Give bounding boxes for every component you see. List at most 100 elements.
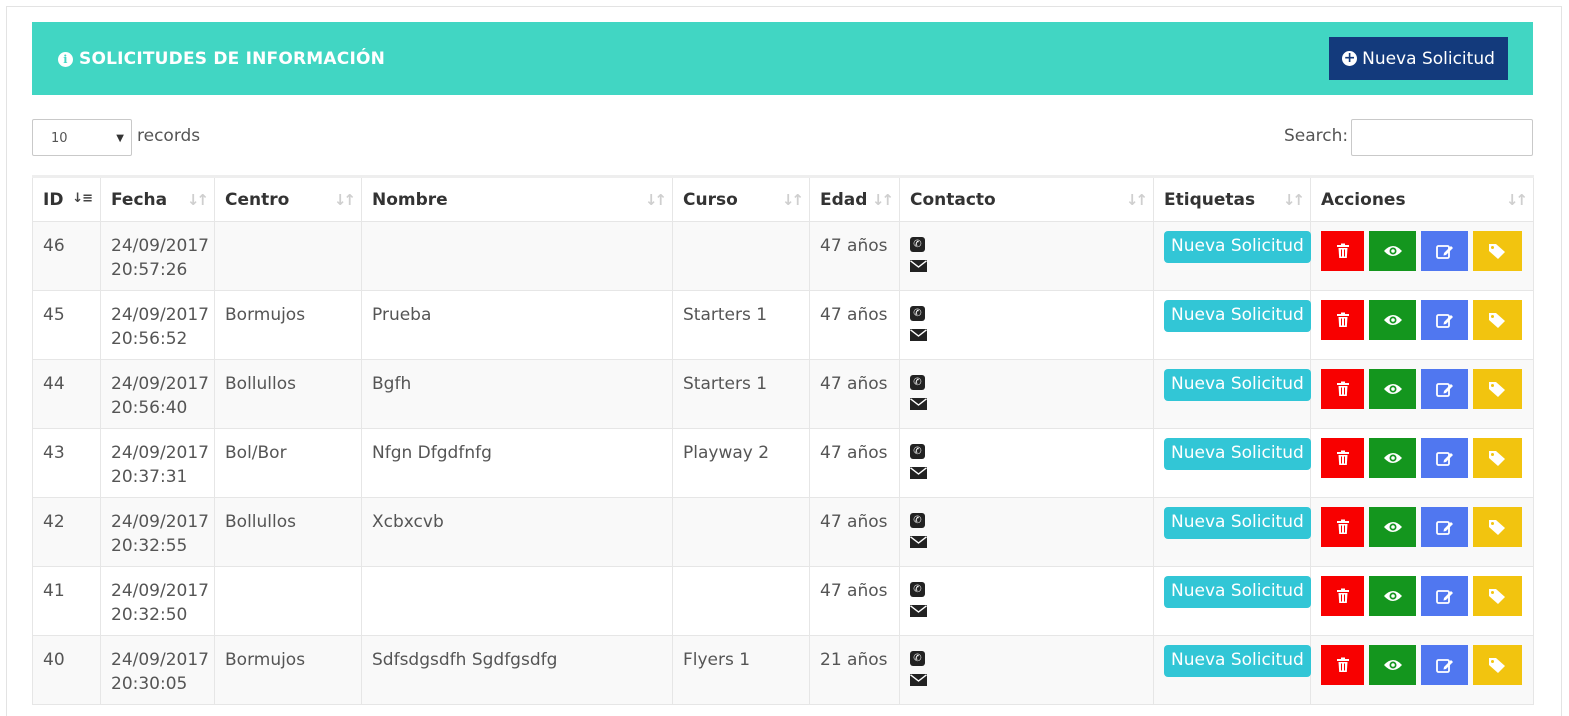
edit-icon — [1435, 381, 1454, 397]
page-header: i SOLICITUDES DE INFORMACIÓN + Nueva Sol… — [32, 22, 1533, 95]
cell-etiquetas: Nueva Solicitud — [1153, 221, 1311, 291]
view-button[interactable] — [1369, 300, 1416, 340]
phone-icon[interactable]: ✆ — [910, 237, 925, 252]
new-request-button[interactable]: + Nueva Solicitud — [1329, 37, 1508, 80]
delete-button[interactable] — [1321, 231, 1364, 271]
column-header-nombre[interactable]: Nombre ↓↑ — [361, 176, 673, 222]
edit-button[interactable] — [1421, 438, 1468, 478]
view-button[interactable] — [1369, 369, 1416, 409]
view-button[interactable] — [1369, 231, 1416, 271]
delete-button[interactable] — [1321, 300, 1364, 340]
cell-fecha: 24/09/2017 20:57:26 — [100, 221, 215, 291]
trash-icon — [1336, 588, 1350, 604]
envelope-icon[interactable] — [910, 260, 927, 272]
column-header-id[interactable]: ID ↓≡ — [32, 176, 101, 222]
new-request-label: Nueva Solicitud — [1362, 48, 1495, 69]
trash-icon — [1336, 243, 1350, 259]
delete-button[interactable] — [1321, 645, 1364, 685]
requests-table: ID ↓≡ Fecha ↓↑ Centro ↓↑ Nombre ↓↑ Curso ↓↑ Edad ↓↑… — [32, 175, 1534, 705]
view-button[interactable] — [1369, 645, 1416, 685]
edit-button[interactable] — [1421, 576, 1468, 616]
phone-icon[interactable]: ✆ — [910, 375, 925, 390]
eye-icon — [1383, 658, 1403, 672]
column-header-etiquetas[interactable]: Etiquetas ↓↑ — [1153, 176, 1311, 222]
sort-icon: ↓↑ — [186, 191, 209, 209]
cell-fecha-time: 20:30:05 — [111, 674, 188, 694]
cell-centro: Bormujos — [214, 290, 362, 360]
view-button[interactable] — [1369, 507, 1416, 547]
tag-button[interactable] — [1473, 438, 1522, 478]
tag-button[interactable] — [1473, 231, 1522, 271]
cell-fecha-date: 24/09/2017 — [111, 512, 209, 532]
column-header-fecha[interactable]: Fecha ↓↑ — [100, 176, 215, 222]
cell-id-text: 46 — [43, 236, 65, 256]
delete-button[interactable] — [1321, 369, 1364, 409]
cell-acciones — [1310, 635, 1534, 705]
cell-edad-text: 21 años — [820, 650, 888, 670]
phone-icon[interactable]: ✆ — [910, 306, 925, 321]
cell-etiquetas: Nueva Solicitud — [1153, 359, 1311, 429]
cell-id-text: 42 — [43, 512, 65, 532]
table-row: 42 24/09/2017 20:32:55 Bollullos Xcbxcvb 47 a… — [32, 497, 1534, 567]
cell-etiquetas: Nueva Solicitud — [1153, 566, 1311, 636]
envelope-icon[interactable] — [910, 536, 927, 548]
status-badge: Nueva Solicitud — [1164, 438, 1311, 470]
cell-etiquetas: Nueva Solicitud — [1153, 635, 1311, 705]
envelope-icon[interactable] — [910, 467, 927, 479]
cell-centro-text: Bollullos — [225, 512, 296, 532]
delete-button[interactable] — [1321, 438, 1364, 478]
edit-button[interactable] — [1421, 369, 1468, 409]
cell-nombre-text: Nfgn Dfgdfnfg — [372, 443, 492, 463]
edit-button[interactable] — [1421, 300, 1468, 340]
phone-icon[interactable]: ✆ — [910, 513, 925, 528]
eye-icon — [1383, 244, 1403, 258]
cell-nombre: Bgfh — [361, 359, 673, 429]
column-header-curso[interactable]: Curso ↓↑ — [672, 176, 810, 222]
cell-id: 41 — [32, 566, 101, 636]
page-length-select[interactable]: 10 ▼ — [32, 119, 132, 156]
phone-icon[interactable]: ✆ — [910, 582, 925, 597]
cell-fecha: 24/09/2017 20:32:50 — [100, 566, 215, 636]
table-row: 40 24/09/2017 20:30:05 Bormujos Sdfsdgsdfh S… — [32, 635, 1534, 705]
edit-icon — [1435, 519, 1454, 535]
cell-fecha: 24/09/2017 20:37:31 — [100, 428, 215, 498]
tag-button[interactable] — [1473, 645, 1522, 685]
cell-curso: Starters 1 — [672, 290, 810, 360]
sort-icon: ↓↑ — [1282, 191, 1305, 209]
cell-nombre — [361, 221, 673, 291]
envelope-icon[interactable] — [910, 674, 927, 686]
envelope-icon[interactable] — [910, 329, 927, 341]
view-button[interactable] — [1369, 438, 1416, 478]
edit-button[interactable] — [1421, 507, 1468, 547]
phone-icon[interactable]: ✆ — [910, 651, 925, 666]
column-header-acciones[interactable]: Acciones ↓↑ — [1310, 176, 1534, 222]
trash-icon — [1336, 450, 1350, 466]
cell-centro: Bollullos — [214, 497, 362, 567]
cell-centro-text: Bollullos — [225, 374, 296, 394]
envelope-icon[interactable] — [910, 398, 927, 410]
cell-edad: 47 años — [809, 221, 900, 291]
phone-icon[interactable]: ✆ — [910, 444, 925, 459]
delete-button[interactable] — [1321, 507, 1364, 547]
cell-centro: Bormujos — [214, 635, 362, 705]
tag-button[interactable] — [1473, 507, 1522, 547]
tag-button[interactable] — [1473, 369, 1522, 409]
tag-button[interactable] — [1473, 576, 1522, 616]
cell-fecha-time: 20:32:50 — [111, 605, 188, 625]
cell-acciones — [1310, 497, 1534, 567]
view-button[interactable] — [1369, 576, 1416, 616]
table-row: 45 24/09/2017 20:56:52 Bormujos Prueba Starte… — [32, 290, 1534, 360]
envelope-icon[interactable] — [910, 605, 927, 617]
tag-button[interactable] — [1473, 300, 1522, 340]
search-input[interactable] — [1351, 119, 1533, 156]
column-header-centro[interactable]: Centro ↓↑ — [214, 176, 362, 222]
edit-button[interactable] — [1421, 231, 1468, 271]
column-header-contacto[interactable]: Contacto ↓↑ — [899, 176, 1154, 222]
edit-icon — [1435, 450, 1454, 466]
delete-button[interactable] — [1321, 576, 1364, 616]
cell-etiquetas: Nueva Solicitud — [1153, 428, 1311, 498]
eye-icon — [1383, 520, 1403, 534]
column-header-edad[interactable]: Edad ↓↑ — [809, 176, 900, 222]
status-badge: Nueva Solicitud — [1164, 231, 1311, 263]
edit-button[interactable] — [1421, 645, 1468, 685]
